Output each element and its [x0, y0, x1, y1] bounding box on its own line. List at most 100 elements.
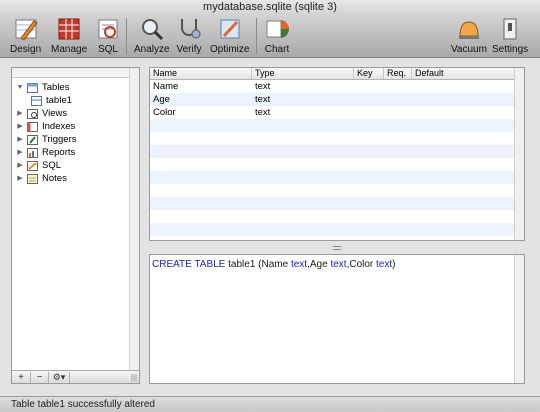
sidebar-item-label: Triggers — [42, 134, 77, 145]
optimize-button[interactable]: Optimize — [210, 16, 249, 58]
table-row[interactable]: Color text — [150, 106, 516, 119]
column-header-required[interactable]: Req. — [384, 68, 412, 79]
sql-keyword: text — [290, 259, 308, 270]
sidebar-item-reports[interactable]: ▶ Reports — [16, 146, 75, 159]
table-scrollbar[interactable] — [514, 68, 524, 240]
disclosure-closed-icon[interactable]: ▶ — [16, 162, 24, 170]
table-header: Name Type Key Req. Default — [150, 68, 524, 80]
disclosure-closed-icon[interactable]: ▶ — [16, 175, 24, 183]
notes-icon — [27, 173, 38, 184]
design-button[interactable]: Design — [10, 16, 41, 58]
cell-name[interactable]: Name — [150, 80, 178, 93]
sql-item-icon — [27, 160, 38, 171]
analyze-label: Analyze — [134, 44, 170, 55]
chart-label: Chart — [264, 44, 290, 55]
chart-icon — [266, 20, 290, 38]
sql-text-part: table1 (Name — [225, 259, 291, 270]
sidebar-item-label: SQL — [42, 160, 62, 171]
sidebar-scrollbar[interactable] — [129, 68, 139, 371]
action-menu-button[interactable]: ⚙▾ — [48, 371, 70, 383]
sql-keyword: text — [330, 259, 347, 270]
sql-text-part: ) — [392, 259, 396, 270]
sql-label: SQL — [97, 44, 118, 55]
sidebar-item-triggers[interactable]: ▶ Triggers — [16, 133, 77, 146]
settings-label: Settings — [492, 44, 529, 55]
cell-name[interactable]: Age — [150, 93, 170, 106]
sidebar-header — [12, 68, 139, 78]
table-icon — [31, 95, 42, 106]
resize-handle-icon[interactable]: ||| — [129, 373, 139, 382]
empty-row — [150, 145, 516, 158]
manage-icon — [58, 18, 80, 40]
remove-button[interactable]: − — [30, 371, 48, 383]
sql-text-part: ,Color — [346, 259, 377, 270]
sidebar-item-indexes[interactable]: ▶ Indexes — [16, 120, 75, 133]
table-row[interactable]: Age text — [150, 93, 516, 106]
sql-preview-panel[interactable]: CREATE TABLE table1 (Name text,Age text,… — [149, 254, 525, 384]
disclosure-open-icon[interactable]: ▼ — [16, 84, 24, 92]
sidebar-item-sql[interactable]: ▶ SQL — [16, 159, 61, 172]
sql-keyword: text — [376, 259, 393, 270]
views-icon — [27, 108, 38, 119]
sidebar-item-label: Views — [42, 108, 68, 119]
column-header-type[interactable]: Type — [252, 68, 354, 79]
cell-type[interactable]: text — [252, 93, 270, 106]
empty-row — [150, 119, 516, 132]
verify-icon — [181, 19, 201, 39]
design-label: Design — [10, 44, 42, 55]
status-text: Table table1 successfully altered — [11, 399, 155, 410]
sidebar-item-table1[interactable]: table1 — [28, 94, 72, 107]
sidebar-item-label: Tables — [42, 82, 70, 93]
cell-type[interactable]: text — [252, 80, 270, 93]
disclosure-closed-icon[interactable]: ▶ — [16, 110, 24, 118]
sidebar-item-views[interactable]: ▶ Views — [16, 107, 67, 120]
column-header-default[interactable]: Default — [412, 68, 516, 79]
sidebar-item-label: Reports — [42, 147, 76, 158]
empty-row — [150, 184, 516, 197]
manage-button[interactable]: Manage — [51, 16, 87, 58]
toolbar: Design Manage SQL Analyze Verify Optimiz… — [0, 14, 540, 58]
sql-scrollbar[interactable] — [514, 255, 524, 383]
sidebar: ▼ Tables table1 ▶ Views ▶ Indexes ▶ Trig… — [11, 67, 140, 384]
empty-row — [150, 171, 516, 184]
splitter-grip-icon[interactable] — [333, 245, 341, 250]
column-header-name[interactable]: Name — [150, 68, 252, 79]
column-header-key[interactable]: Key — [354, 68, 384, 79]
verify-label: Verify — [176, 44, 202, 55]
empty-row — [150, 210, 516, 223]
manage-label: Manage — [51, 44, 88, 55]
vacuum-label: Vacuum — [451, 44, 487, 55]
table-row[interactable]: Name text — [150, 80, 516, 93]
sql-statement[interactable]: CREATE TABLE table1 (Name text,Age text,… — [152, 259, 395, 270]
sidebar-item-notes[interactable]: ▶ Notes — [16, 172, 67, 185]
settings-button[interactable]: Settings — [492, 16, 528, 58]
chart-button[interactable]: Chart — [264, 16, 290, 58]
sidebar-item-tables[interactable]: ▼ Tables — [16, 81, 70, 94]
table-body: Name text Age text Color text — [150, 80, 516, 236]
sidebar-footer: + − ⚙▾ ||| — [12, 370, 139, 383]
analyze-icon — [141, 19, 163, 41]
toolbar-separator — [256, 18, 257, 54]
cell-name[interactable]: Color — [150, 106, 176, 119]
tables-icon — [27, 82, 38, 93]
sidebar-item-label: Notes — [42, 173, 67, 184]
add-button[interactable]: + — [12, 372, 30, 383]
columns-table: Name Type Key Req. Default Name text Age… — [149, 67, 525, 241]
verify-button[interactable]: Verify — [176, 16, 202, 58]
vacuum-button[interactable]: Vacuum — [451, 16, 487, 58]
disclosure-closed-icon[interactable]: ▶ — [16, 136, 24, 144]
toolbar-separator — [126, 18, 127, 54]
disclosure-closed-icon[interactable]: ▶ — [16, 123, 24, 131]
reports-icon — [27, 147, 38, 158]
empty-row — [150, 223, 516, 236]
cell-type[interactable]: text — [252, 106, 270, 119]
disclosure-closed-icon[interactable]: ▶ — [16, 149, 24, 157]
pane-splitter[interactable] — [149, 241, 525, 254]
sql-button[interactable]: SQL — [95, 16, 121, 58]
design-icon — [15, 19, 38, 41]
sidebar-item-label: table1 — [46, 95, 72, 106]
analyze-button[interactable]: Analyze — [134, 16, 170, 58]
sql-keyword: CREATE TABLE — [152, 259, 226, 270]
window-title-bar: mydatabase.sqlite (sqlite 3) — [0, 0, 540, 14]
triggers-icon — [27, 134, 38, 145]
